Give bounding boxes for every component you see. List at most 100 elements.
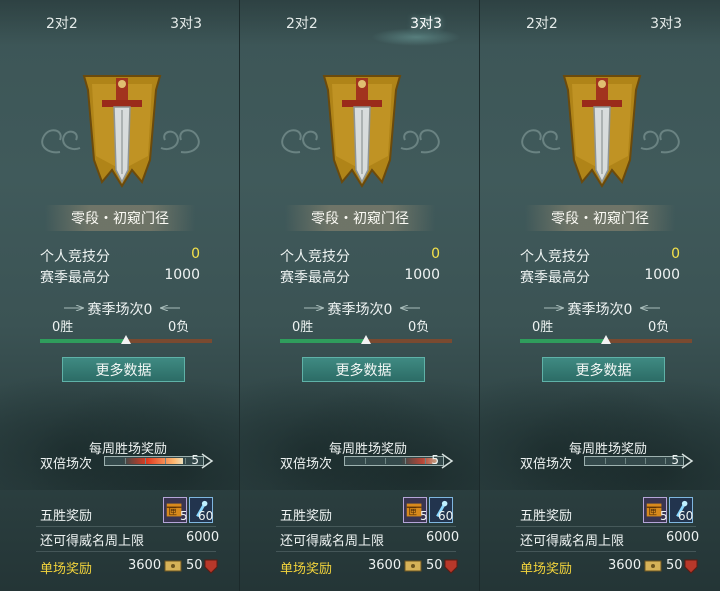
tab-2v2[interactable]: 2对2 — [286, 13, 318, 33]
rank-title: 零段・初窥门径 — [525, 205, 675, 231]
arena-panel-2: 2对2 3对3 零段・初窥门径 个人竞技分 0 赛季最高分 1000 赛季场次0… — [240, 0, 480, 591]
weekly-cap-label: 还可得威名周上限 — [280, 534, 385, 549]
double-matches-label: 双倍场次 — [40, 457, 93, 472]
weekly-cap-label: 还可得威名周上限 — [40, 534, 145, 549]
reward-item-chest-count: 5 — [420, 509, 428, 523]
reward-item-chest-count: 5 — [180, 509, 188, 523]
win-loss-marker-icon — [361, 335, 371, 344]
personal-score-value: 0 — [191, 246, 200, 262]
double-matches-label: 双倍场次 — [280, 457, 333, 472]
personal-score-row: 个人竞技分 0 — [280, 246, 440, 266]
weekly-cap-value: 6000 — [666, 530, 700, 545]
personal-score-label: 个人竞技分 — [40, 249, 110, 265]
reward-item-chest-count: 5 — [660, 509, 668, 523]
double-matches-count: 5 — [671, 453, 679, 467]
divider — [36, 551, 216, 552]
svg-text:匣: 匣 — [649, 507, 657, 517]
rank-title: 零段・初窥门径 — [285, 205, 435, 231]
season-high-value: 1000 — [644, 267, 680, 283]
divider — [276, 526, 456, 527]
wins-count: 0胜 — [532, 320, 554, 335]
five-win-reward-label: 五胜奖励 — [520, 509, 573, 524]
win-loss-bar — [520, 335, 692, 344]
weekly-cap-value: 6000 — [186, 530, 220, 545]
tab-3v3[interactable]: 3对3 — [650, 13, 682, 33]
single-match-reward-label: 单场奖励 — [280, 562, 333, 577]
wins-count: 0胜 — [292, 320, 314, 335]
season-matches-title: 赛季场次0 — [567, 302, 633, 318]
win-bar-fill — [40, 339, 126, 343]
shield-icon — [684, 559, 698, 574]
five-win-reward-label: 五胜奖励 — [280, 509, 333, 524]
double-matches-bar: 5 — [344, 453, 444, 467]
rank-sword-banner-icon — [322, 75, 402, 188]
season-high-row: 赛季最高分 1000 — [520, 267, 680, 287]
personal-score-label: 个人竞技分 — [520, 249, 590, 265]
svg-text:匣: 匣 — [409, 507, 417, 517]
season-high-label: 赛季最高分 — [40, 270, 110, 286]
mode-tabs: 2对2 3对3 — [0, 0, 239, 46]
single-reward-value-1: 3600 — [608, 558, 642, 573]
double-matches-bar: 5 — [584, 453, 684, 467]
more-data-button[interactable]: 更多数据 — [302, 357, 425, 382]
chevron-right-icon — [681, 453, 694, 469]
personal-score-label: 个人竞技分 — [280, 249, 350, 265]
single-match-reward-label: 单场奖励 — [40, 562, 93, 577]
double-matches-bar: 5 — [104, 453, 204, 467]
reward-item-token-count: 60 — [438, 509, 454, 523]
rank-sword-banner-icon — [82, 75, 162, 188]
five-win-reward-label: 五胜奖励 — [40, 509, 93, 524]
mode-tabs: 2对2 3对3 — [240, 0, 479, 46]
rank-title: 零段・初窥门径 — [45, 205, 195, 231]
win-loss-marker-icon — [121, 335, 131, 344]
season-high-label: 赛季最高分 — [520, 270, 590, 286]
season-high-row: 赛季最高分 1000 — [40, 267, 200, 287]
wins-count: 0胜 — [52, 320, 74, 335]
single-reward-value-2: 50 — [666, 558, 683, 573]
season-high-label: 赛季最高分 — [280, 270, 350, 286]
single-reward-value-1: 3600 — [128, 558, 162, 573]
weekly-cap-value: 6000 — [426, 530, 460, 545]
tab-3v3[interactable]: 3对3 — [170, 13, 202, 33]
single-reward-value-2: 50 — [426, 558, 443, 573]
personal-score-value: 0 — [431, 246, 440, 262]
svg-text:匣: 匣 — [169, 507, 177, 517]
tab-2v2[interactable]: 2对2 — [526, 13, 558, 33]
single-reward-value-2: 50 — [186, 558, 203, 573]
single-reward-value-1: 3600 — [368, 558, 402, 573]
ticket-icon — [644, 560, 662, 572]
season-high-row: 赛季最高分 1000 — [280, 267, 440, 287]
divider — [276, 551, 456, 552]
single-match-reward-label: 单场奖励 — [520, 562, 573, 577]
arena-panels: 2对2 3对3 零段・初窥门径 个人竞技分 0 赛季最高分 1000 赛季场次0… — [0, 0, 720, 591]
win-loss-bar — [280, 335, 452, 344]
win-bar-fill — [280, 339, 366, 343]
divider — [516, 551, 696, 552]
tab-3v3[interactable]: 3对3 — [410, 13, 442, 33]
arena-panel-1: 2对2 3对3 零段・初窥门径 个人竞技分 0 赛季最高分 1000 赛季场次0… — [0, 0, 240, 591]
double-bar-glow — [123, 458, 183, 464]
divider — [36, 526, 216, 527]
losses-count: 0负 — [168, 320, 190, 335]
season-matches-title: 赛季场次0 — [87, 302, 153, 318]
tab-2v2[interactable]: 2对2 — [46, 13, 78, 33]
more-data-button[interactable]: 更多数据 — [542, 357, 665, 382]
weekly-cap-label: 还可得威名周上限 — [520, 534, 625, 549]
personal-score-value: 0 — [671, 246, 680, 262]
season-high-value: 1000 — [164, 267, 200, 283]
divider — [516, 526, 696, 527]
double-matches-label: 双倍场次 — [520, 457, 573, 472]
ticket-icon — [164, 560, 182, 572]
win-loss-marker-icon — [601, 335, 611, 344]
personal-score-row: 个人竞技分 0 — [40, 246, 200, 266]
more-data-button[interactable]: 更多数据 — [62, 357, 185, 382]
season-high-value: 1000 — [404, 267, 440, 283]
double-matches-count: 5 — [191, 453, 199, 467]
season-matches-title: 赛季场次0 — [327, 302, 393, 318]
chevron-right-icon — [201, 453, 214, 469]
reward-item-token-count: 60 — [198, 509, 214, 523]
losses-count: 0负 — [648, 320, 670, 335]
ticket-icon — [404, 560, 422, 572]
chevron-right-icon — [441, 453, 454, 469]
win-bar-fill — [520, 339, 606, 343]
